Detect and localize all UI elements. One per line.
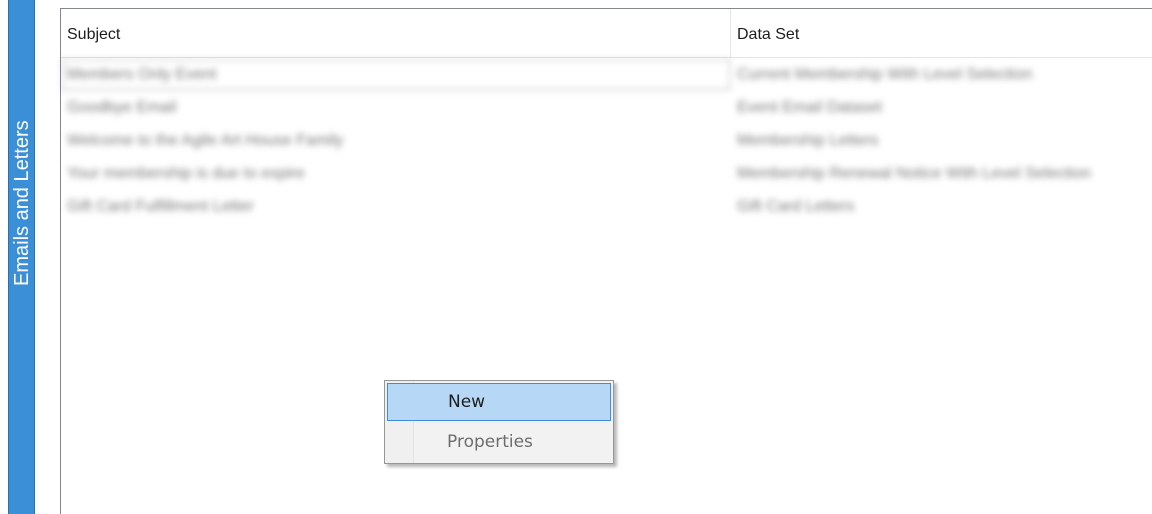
list-item[interactable]: Members Only Event Current Membership Wi… <box>61 58 1152 91</box>
emails-and-letters-window: Emails and Letters Subject Data Set Memb… <box>0 0 1152 514</box>
cell-data-set: Membership Renewal Notice With Level Sel… <box>737 165 1091 182</box>
list-rows: Members Only Event Current Membership Wi… <box>61 58 1152 223</box>
cell-subject: Goodbye Email <box>67 99 177 116</box>
context-menu: New Properties <box>384 380 614 464</box>
menu-item-new[interactable]: New <box>387 383 611 421</box>
list-header: Subject Data Set <box>61 9 1152 58</box>
cell-subject: Members Only Event <box>61 58 731 91</box>
cell-data-set: Event Email Dataset <box>737 99 882 116</box>
cell-subject: Gift Card Fulfillment Letter <box>67 198 254 215</box>
side-panel-label: Emails and Letters <box>11 120 33 286</box>
list-item[interactable]: Goodbye Email Event Email Dataset <box>61 91 1152 124</box>
list-item[interactable]: Welcome to the Agile Art House Family Me… <box>61 124 1152 157</box>
list-item[interactable]: Gift Card Fulfillment Letter Gift Card L… <box>61 190 1152 223</box>
menu-item-properties[interactable]: Properties <box>387 423 611 461</box>
cell-subject: Welcome to the Agile Art House Family <box>67 132 344 149</box>
cell-data-set: Current Membership With Level Selection <box>737 66 1033 83</box>
cell-data-set: Gift Card Letters <box>737 198 855 215</box>
list-item[interactable]: Your membership is due to expire Members… <box>61 157 1152 190</box>
cell-data-set: Membership Letters <box>737 132 879 149</box>
cell-subject: Your membership is due to expire <box>67 165 305 182</box>
column-header-data-set[interactable]: Data Set <box>731 9 1152 57</box>
column-header-subject[interactable]: Subject <box>61 9 731 57</box>
side-panel-tab[interactable]: Emails and Letters <box>8 0 35 514</box>
